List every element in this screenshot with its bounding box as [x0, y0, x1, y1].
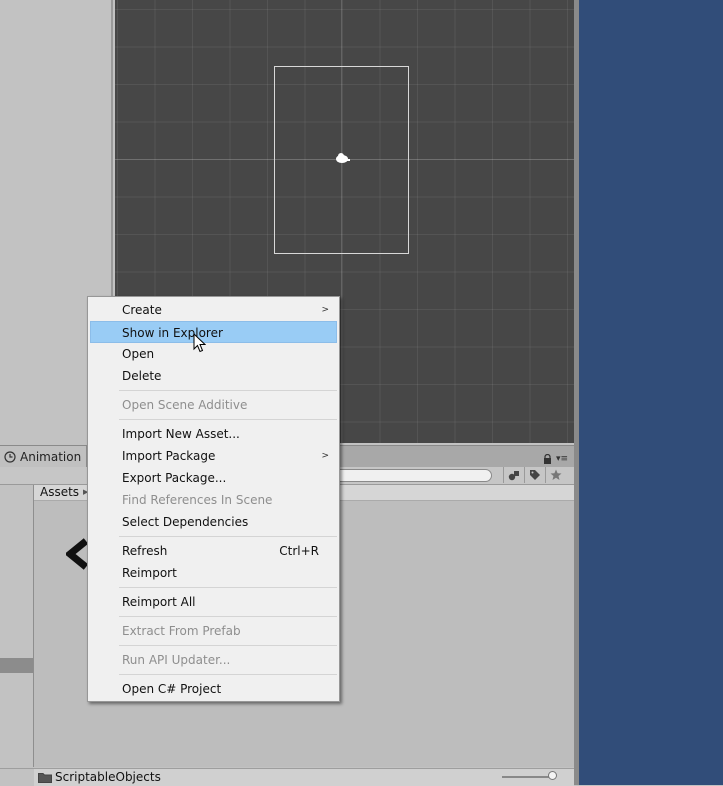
menu-item-label: Open: [122, 347, 155, 361]
menu-item-select-dependencies[interactable]: Select Dependencies: [90, 511, 337, 533]
menu-item-reimport-all[interactable]: Reimport All: [90, 591, 337, 613]
menu-separator: [119, 587, 337, 588]
search-input[interactable]: [330, 469, 492, 482]
folder-tree[interactable]: [0, 485, 34, 767]
filter-by-label-button[interactable]: [524, 467, 545, 483]
menu-item-label: Select Dependencies: [122, 515, 249, 529]
menu-item-show-in-explorer[interactable]: Show in Explorer: [90, 321, 337, 343]
menu-item-create[interactable]: Create >: [90, 299, 337, 321]
menu-separator: [119, 616, 337, 617]
context-menu: Create > Show in Explorer Open Delete Op…: [87, 296, 340, 702]
menu-item-label: Extract From Prefab: [122, 624, 241, 638]
project-status-bar: ScriptableObjects: [34, 768, 574, 786]
menu-item-open-csharp-project[interactable]: Open C# Project: [90, 678, 337, 700]
lock-icon[interactable]: [543, 454, 552, 464]
menu-item-open[interactable]: Open: [90, 343, 337, 365]
filter-by-type-button[interactable]: [503, 467, 524, 483]
menu-item-label: Import New Asset...: [122, 427, 240, 441]
breadcrumb-assets[interactable]: Assets: [40, 485, 79, 500]
favorites-button[interactable]: [545, 467, 566, 483]
menu-separator: [119, 674, 337, 675]
menu-item-label: Reimport All: [122, 595, 196, 609]
folder-icon: [38, 773, 52, 783]
menu-item-label: Reimport: [122, 566, 177, 580]
clock-icon: [4, 451, 16, 463]
menu-item-import-package[interactable]: Import Package >: [90, 445, 337, 467]
menu-item-label: Import Package: [122, 449, 216, 463]
mouse-pointer-icon: [193, 333, 206, 353]
menu-item-label: Show in Explorer: [122, 326, 223, 340]
filter-type-icon: [508, 470, 519, 480]
icon-size-slider-thumb[interactable]: [548, 771, 557, 780]
tag-icon: [530, 470, 540, 480]
menu-item-find-references: Find References In Scene: [90, 489, 337, 511]
chevron-right-icon: >: [321, 305, 329, 315]
menu-separator: [119, 390, 337, 391]
star-icon: [550, 469, 562, 480]
tab-menu-icon[interactable]: ▾≡: [556, 454, 568, 464]
menu-item-label: Open C# Project: [122, 682, 222, 696]
chevron-right-icon: >: [321, 451, 329, 461]
icon-size-slider[interactable]: [502, 776, 554, 778]
menu-item-label: Export Package...: [122, 471, 227, 485]
tab-animation-label: Animation: [20, 450, 82, 464]
folder-tree-selected-row[interactable]: [0, 658, 33, 673]
menu-item-label: Create: [122, 303, 162, 317]
menu-item-open-scene-additive: Open Scene Additive: [90, 394, 337, 416]
game-view-panel: [579, 0, 723, 785]
menu-item-refresh[interactable]: Refresh Ctrl+R: [90, 540, 337, 562]
menu-separator: [119, 419, 337, 420]
tab-animation[interactable]: Animation: [0, 446, 87, 468]
menu-item-label: Delete: [122, 369, 162, 383]
menu-item-delete[interactable]: Delete: [90, 365, 337, 387]
menu-separator: [119, 645, 337, 646]
menu-item-import-new-asset[interactable]: Import New Asset...: [90, 423, 337, 445]
menu-item-label: Refresh: [122, 544, 168, 558]
menu-item-shortcut: Ctrl+R: [279, 544, 319, 558]
menu-item-reimport[interactable]: Reimport: [90, 562, 337, 584]
menu-item-label: Run API Updater...: [122, 653, 231, 667]
scene-gizmo-icon[interactable]: [333, 151, 351, 165]
menu-item-run-api-updater: Run API Updater...: [90, 649, 337, 671]
menu-item-label: Find References In Scene: [122, 493, 273, 507]
menu-item-extract-from-prefab: Extract From Prefab: [90, 620, 337, 642]
menu-separator: [119, 536, 337, 537]
current-folder-label: ScriptableObjects: [55, 770, 161, 784]
status-bar-left: [0, 768, 34, 786]
menu-item-label: Open Scene Additive: [122, 398, 248, 412]
menu-item-export-package[interactable]: Export Package...: [90, 467, 337, 489]
